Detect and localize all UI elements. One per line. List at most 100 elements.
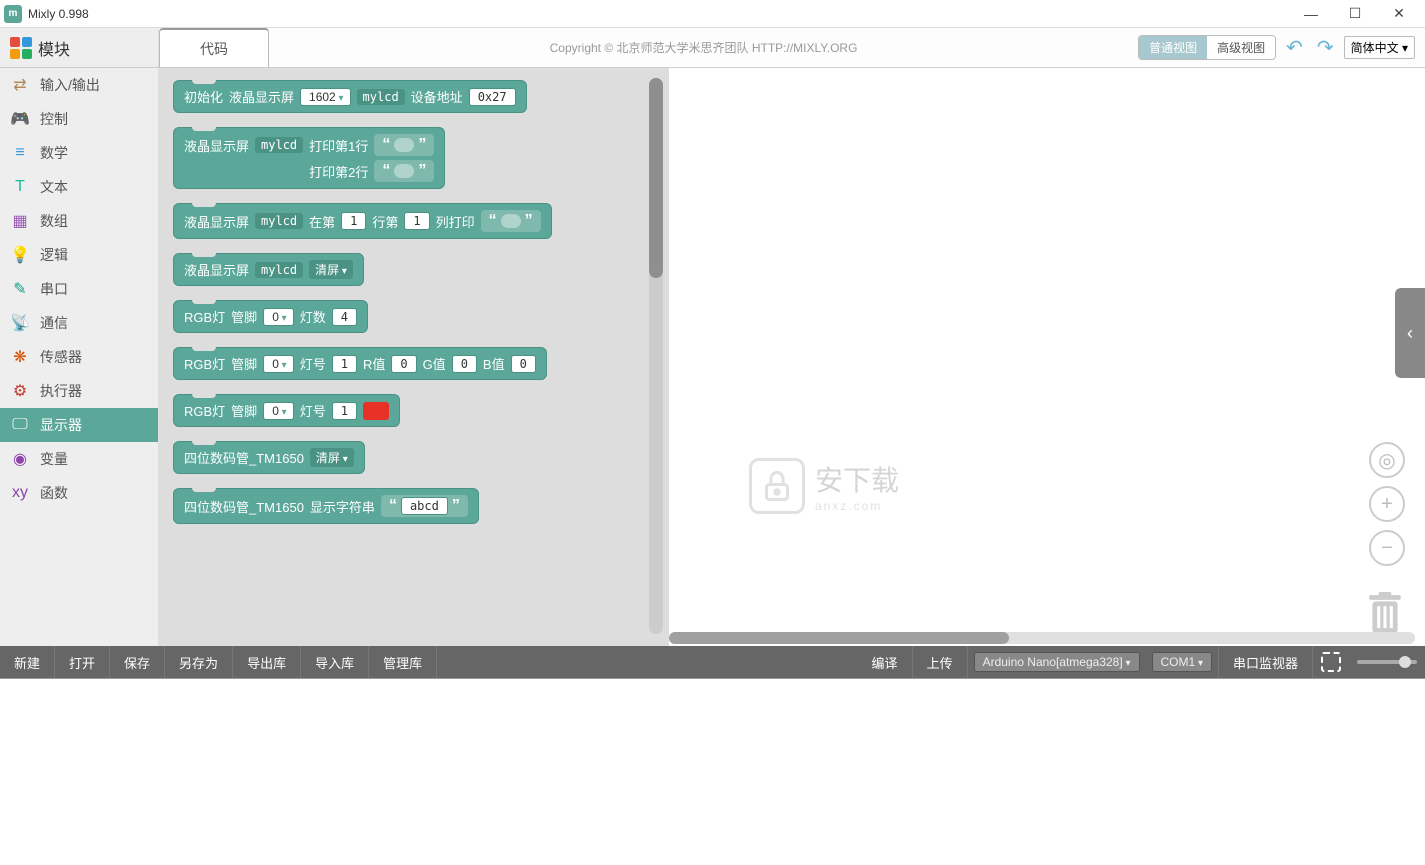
category-icon: ▦ — [10, 211, 30, 231]
category-icon: 📡 — [10, 313, 30, 333]
palette-vscrollbar[interactable] — [649, 78, 663, 634]
language-select[interactable]: 简体中文 ▾ — [1344, 36, 1415, 59]
sidebar-item-label: 传感器 — [40, 347, 82, 367]
category-sidebar: ⇄输入/输出🎮控制≡数学T文本▦数组💡逻辑✎串口📡通信❋传感器⚙执行器🖵显示器◉… — [0, 68, 159, 646]
block-lcd-print-lines[interactable]: 液晶显示屏mylcd打印第1行 打印第2行 — [173, 127, 445, 189]
category-icon: ⚙ — [10, 381, 30, 401]
sidebar-item-0[interactable]: ⇄ 输入/输出 — [0, 68, 158, 102]
color-picker[interactable] — [363, 402, 389, 420]
sidebar-item-6[interactable]: ✎ 串口 — [0, 272, 158, 306]
window-title: Mixly 0.998 — [28, 7, 1289, 21]
board-select[interactable]: Arduino Nano[atmega328] — [974, 652, 1140, 672]
view-toggle: 普通视图 高级视图 — [1138, 35, 1276, 60]
open-button[interactable]: 打开 — [55, 646, 110, 678]
lcd-action-dropdown[interactable]: 清屏 — [309, 260, 353, 279]
upload-button[interactable]: 上传 — [913, 646, 968, 678]
sidebar-item-label: 控制 — [40, 109, 68, 129]
save-button[interactable]: 保存 — [110, 646, 165, 678]
maximize-button[interactable]: ☐ — [1333, 0, 1377, 28]
speed-slider[interactable] — [1357, 660, 1417, 664]
sidebar-item-label: 显示器 — [40, 415, 82, 435]
block-palette: 初始化液晶显示屏 1602 mylcd 设备地址 0x27 液晶显示屏mylcd… — [159, 68, 669, 646]
category-icon: ≡ — [10, 143, 30, 163]
importlib-button[interactable]: 导入库 — [301, 646, 369, 678]
chip-icon[interactable] — [1321, 652, 1341, 672]
category-icon: 🎮 — [10, 109, 30, 129]
app-icon: m — [4, 5, 22, 23]
close-button[interactable]: ✕ — [1377, 0, 1421, 28]
workspace[interactable]: 初始化液晶显示屏 1602 mylcd 设备地址 0x27 液晶显示屏mylcd… — [159, 68, 1425, 646]
sidebar-item-label: 数组 — [40, 211, 68, 231]
text-slot[interactable] — [374, 134, 434, 156]
compile-button[interactable]: 编译 — [858, 646, 913, 678]
sidebar-item-8[interactable]: ❋ 传感器 — [0, 340, 158, 374]
sidebar-item-label: 文本 — [40, 177, 68, 197]
category-icon: ◉ — [10, 449, 30, 469]
copyright-text: Copyright © 北京师范大学米思齐团队 HTTP://MIXLY.ORG — [269, 39, 1138, 56]
sidebar-item-label: 串口 — [40, 279, 68, 299]
sidebar-item-12[interactable]: xy 函数 — [0, 476, 158, 510]
bottom-toolbar: 新建 打开 保存 另存为 导出库 导入库 管理库 编译 上传 Arduino N… — [0, 646, 1425, 678]
sidebar-item-label: 通信 — [40, 313, 68, 333]
sidebar-item-3[interactable]: T 文本 — [0, 170, 158, 204]
category-icon: xy — [10, 483, 30, 503]
exportlib-button[interactable]: 导出库 — [233, 646, 301, 678]
category-icon: ❋ — [10, 347, 30, 367]
block-tm1650-clear[interactable]: 四位数码管_TM1650 清屏 — [173, 441, 365, 474]
output-console — [0, 678, 1425, 864]
workspace-hscrollbar[interactable] — [669, 632, 1415, 644]
sidebar-item-label: 逻辑 — [40, 245, 68, 265]
zoom-out-button[interactable]: − — [1369, 530, 1405, 566]
block-lcd-print-at[interactable]: 液晶显示屏mylcd 在第1 行第1 列打印 — [173, 203, 552, 239]
zoom-in-button[interactable]: + — [1369, 486, 1405, 522]
sidebar-item-5[interactable]: 💡逻辑 — [0, 238, 158, 272]
block-lcd-init[interactable]: 初始化液晶显示屏 1602 mylcd 设备地址 0x27 — [173, 80, 527, 113]
tab-code[interactable]: 代码 — [159, 28, 269, 67]
category-icon: ⇄ — [10, 75, 30, 95]
text-slot[interactable] — [374, 160, 434, 182]
trash-icon[interactable] — [1365, 592, 1405, 636]
minimize-button[interactable]: — — [1289, 0, 1333, 28]
lcd-name-field[interactable]: mylcd — [357, 89, 405, 105]
sidebar-item-10[interactable]: 🖵显示器 — [0, 408, 158, 442]
category-icon: T — [10, 177, 30, 197]
zoom-controls: ◎ + − — [1369, 442, 1405, 566]
block-tm1650-string[interactable]: 四位数码管_TM1650显示字符串 abcd — [173, 488, 479, 524]
saveas-button[interactable]: 另存为 — [165, 646, 233, 678]
sidebar-item-4[interactable]: ▦ 数组 — [0, 204, 158, 238]
main-area: ⇄输入/输出🎮控制≡数学T文本▦数组💡逻辑✎串口📡通信❋传感器⚙执行器🖵显示器◉… — [0, 68, 1425, 646]
sidebar-item-11[interactable]: ◉ 变量 — [0, 442, 158, 476]
managelib-button[interactable]: 管理库 — [369, 646, 437, 678]
category-icon: ✎ — [10, 279, 30, 299]
sidebar-item-1[interactable]: 🎮 控制 — [0, 102, 158, 136]
new-button[interactable]: 新建 — [0, 646, 55, 678]
view-advanced-button[interactable]: 高级视图 — [1207, 36, 1275, 59]
port-select[interactable]: COM1 — [1152, 652, 1212, 672]
block-rgb-count[interactable]: RGB灯管脚 0 灯数4 — [173, 300, 368, 333]
modules-header: 模块 — [0, 28, 159, 67]
sidebar-item-2[interactable]: ≡ 数学 — [0, 136, 158, 170]
watermark: 安下载 anxz.com — [749, 458, 899, 514]
sidebar-item-7[interactable]: 📡 通信 — [0, 306, 158, 340]
right-panel-toggle[interactable]: ‹ — [1395, 288, 1425, 378]
lock-icon — [749, 458, 805, 514]
modules-label: 模块 — [38, 36, 70, 60]
sidebar-item-label: 函数 — [40, 483, 68, 503]
sidebar-item-label: 变量 — [40, 449, 68, 469]
block-lcd-clear[interactable]: 液晶显示屏mylcd 清屏 — [173, 253, 364, 286]
undo-button[interactable]: ↶ — [1282, 35, 1307, 60]
serial-monitor-button[interactable]: 串口监视器 — [1218, 646, 1313, 678]
lcd-addr-field[interactable]: 0x27 — [469, 88, 516, 106]
sidebar-item-label: 输入/输出 — [40, 75, 100, 95]
sidebar-item-label: 执行器 — [40, 381, 82, 401]
sidebar-item-label: 数学 — [40, 143, 68, 163]
top-toolbar: 模块 代码 Copyright © 北京师范大学米思齐团队 HTTP://MIX… — [0, 28, 1425, 68]
text-slot[interactable] — [481, 210, 541, 232]
block-rgb-color[interactable]: RGB灯管脚 0 灯号1 — [173, 394, 400, 427]
view-normal-button[interactable]: 普通视图 — [1139, 36, 1207, 59]
redo-button[interactable]: ↷ — [1313, 35, 1338, 60]
block-rgb-rgb[interactable]: RGB灯管脚 0 灯号1 R值0 G值0 B值0 — [173, 347, 547, 380]
zoom-center-button[interactable]: ◎ — [1369, 442, 1405, 478]
lcd-type-dropdown[interactable]: 1602 — [300, 88, 351, 106]
sidebar-item-9[interactable]: ⚙ 执行器 — [0, 374, 158, 408]
